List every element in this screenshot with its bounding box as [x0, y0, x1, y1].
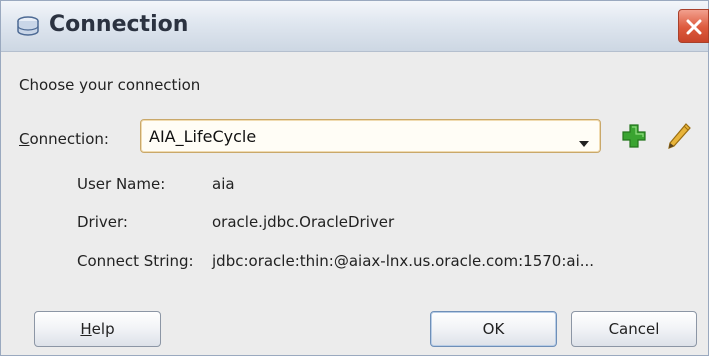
edit-connection-pencil-icon[interactable] — [665, 121, 693, 155]
dialog-title: Connection — [49, 12, 189, 37]
title-bar[interactable]: Connection — [1, 1, 709, 52]
ok-button[interactable]: OK — [430, 311, 557, 347]
help-button-label: elp — [91, 320, 115, 338]
user-name-label: User Name: — [77, 175, 166, 193]
cancel-button[interactable]: Cancel — [571, 311, 697, 347]
choose-connection-prompt: Choose your connection — [19, 76, 201, 94]
close-x-icon — [686, 19, 702, 35]
chevron-down-icon[interactable] — [578, 133, 590, 152]
cancel-button-label: Cancel — [608, 320, 660, 338]
connect-string-value: jdbc:oracle:thin:@aiax-lnx.us.oracle.com… — [212, 252, 595, 270]
user-name-value: aia — [212, 175, 235, 193]
driver-value: oracle.jdbc.OracleDriver — [212, 213, 395, 231]
connection-dropdown[interactable]: AIA_LifeCycle — [140, 119, 601, 153]
help-button[interactable]: Help — [34, 311, 161, 347]
connection-label: Connection: — [19, 130, 109, 148]
connection-dropdown-value: AIA_LifeCycle — [149, 127, 257, 146]
help-button-mnemonic: H — [80, 320, 92, 338]
ok-button-label: OK — [482, 320, 505, 338]
close-button[interactable] — [678, 9, 709, 43]
connection-dialog: Connection Choose your connection Connec… — [0, 0, 709, 356]
connection-label-text: onnection: — [29, 130, 109, 148]
database-icon — [15, 15, 41, 39]
connect-string-label: Connect String: — [77, 252, 194, 270]
driver-label: Driver: — [77, 213, 128, 231]
add-connection-icon[interactable] — [621, 123, 647, 153]
connection-label-mnemonic: C — [19, 130, 30, 148]
